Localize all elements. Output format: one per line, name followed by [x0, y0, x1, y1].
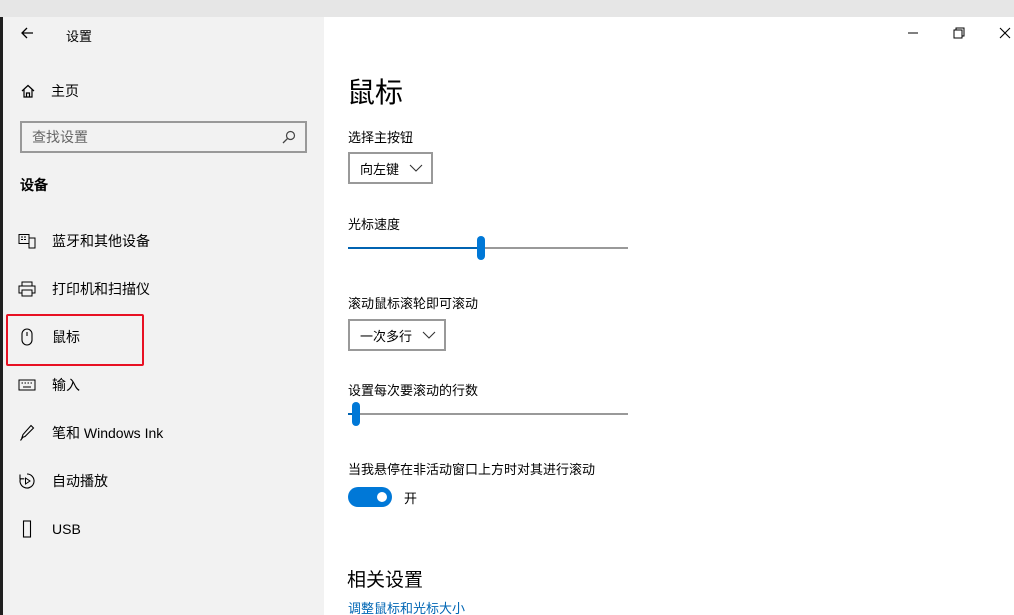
app-title: 设置	[66, 29, 93, 44]
slider-fill	[348, 247, 481, 249]
sidebar-item-printers[interactable]: 打印机和扫描仪	[17, 273, 317, 305]
restore-icon	[953, 27, 965, 39]
cursor-speed-label: 光标速度	[348, 217, 401, 232]
close-button[interactable]	[982, 17, 1014, 49]
sidebar-item-label: 鼠标	[52, 329, 80, 345]
home-label: 主页	[51, 83, 79, 99]
sidebar-item-pen[interactable]: 笔和 Windows Ink	[17, 417, 317, 449]
sidebar-item-bluetooth[interactable]: 蓝牙和其他设备	[17, 225, 317, 257]
autoplay-icon	[17, 471, 37, 491]
inactive-scroll-row: 开	[348, 487, 417, 507]
scroll-mode-dropdown[interactable]: 一次多行	[348, 319, 447, 351]
dropdown-value: 向左键	[360, 161, 400, 177]
sidebar-item-typing[interactable]: 输入	[17, 369, 317, 401]
search-box[interactable]	[20, 121, 307, 153]
slider-thumb[interactable]	[477, 236, 485, 260]
related-settings-title: 相关设置	[347, 570, 424, 591]
minimize-button[interactable]	[890, 17, 936, 49]
pen-icon	[17, 423, 37, 443]
toggle-knob	[377, 492, 387, 502]
back-button[interactable]	[19, 25, 39, 41]
scroll-lines-slider[interactable]	[348, 402, 628, 426]
sidebar-item-label: 输入	[52, 377, 80, 393]
search-icon	[282, 130, 296, 144]
search-input[interactable]	[32, 129, 281, 145]
scroll-lines-label: 设置每次要滚动的行数	[348, 383, 479, 398]
sidebar-item-usb[interactable]: USB	[17, 513, 317, 545]
top-strip	[0, 0, 1014, 17]
bluetooth-devices-icon	[17, 231, 37, 251]
sidebar-item-label: 自动播放	[52, 473, 108, 489]
keyboard-icon	[17, 375, 37, 395]
sidebar-item-label: 打印机和扫描仪	[52, 281, 150, 297]
home-nav-item[interactable]: 主页	[20, 80, 310, 102]
close-icon	[999, 27, 1011, 39]
sidebar-item-label: 笔和 Windows Ink	[52, 425, 164, 441]
section-title: 设备	[20, 177, 48, 193]
page-title: 鼠标	[347, 77, 404, 108]
mouse-icon	[17, 327, 37, 347]
restore-button[interactable]	[936, 17, 982, 49]
cursor-speed-slider[interactable]	[348, 236, 628, 260]
chevron-down-icon	[422, 331, 436, 339]
printer-icon	[17, 279, 37, 299]
home-icon	[21, 84, 35, 98]
minimize-icon	[908, 32, 918, 34]
slider-thumb[interactable]	[352, 402, 360, 426]
adjust-mouse-cursor-size-link[interactable]: 调整鼠标和光标大小	[348, 598, 465, 615]
inactive-scroll-toggle[interactable]	[348, 487, 392, 507]
slider-rail	[348, 413, 628, 415]
sidebar-item-label: 蓝牙和其他设备	[52, 233, 150, 249]
sidebar-item-autoplay[interactable]: 自动播放	[17, 465, 317, 497]
sidebar-item-label: USB	[52, 521, 81, 537]
sidebar-item-mouse[interactable]: 鼠标	[6, 314, 317, 366]
main-content: 鼠标 选择主按钮 向左键 光标速度 滚动鼠标滚轮即可滚动 一次多行 设置每次要滚…	[324, 17, 1014, 615]
sidebar: 设置 主页 设备 蓝牙和其他设备 打印机和扫描仪 鼠标 输入	[3, 17, 324, 615]
primary-button-dropdown[interactable]: 向左键	[348, 152, 434, 184]
scroll-mode-label: 滚动鼠标滚轮即可滚动	[348, 296, 479, 311]
dropdown-value: 一次多行	[360, 328, 413, 344]
toggle-state-label: 开	[404, 490, 418, 506]
usb-icon	[17, 519, 37, 539]
arrow-left-icon	[21, 27, 33, 39]
inactive-scroll-label: 当我悬停在非活动窗口上方时对其进行滚动	[348, 462, 596, 477]
primary-button-label: 选择主按钮	[348, 130, 414, 145]
chevron-down-icon	[409, 164, 423, 172]
